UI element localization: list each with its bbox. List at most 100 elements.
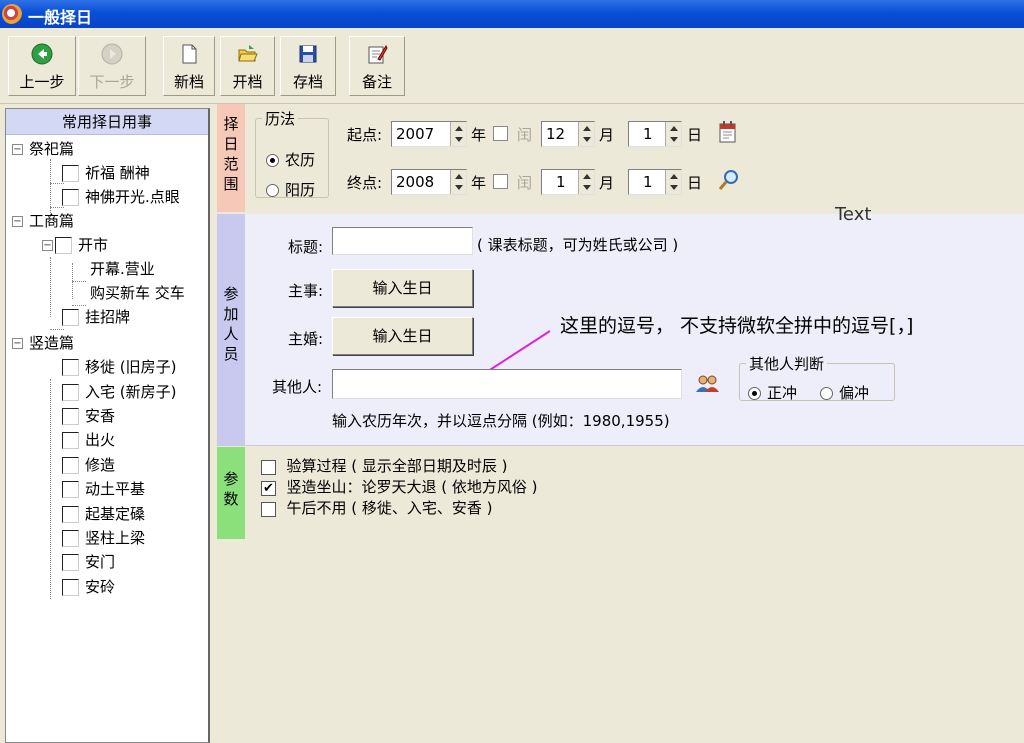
- others-judge-group: 其他人判断 正冲 偏冲: [739, 353, 895, 403]
- tree-checkbox[interactable]: [62, 554, 79, 571]
- open-folder-icon: [237, 45, 258, 62]
- param-checkbox[interactable]: [261, 459, 276, 475]
- others-input[interactable]: [332, 369, 682, 399]
- tree-checkbox[interactable]: [62, 530, 79, 547]
- tree-node-item[interactable]: 购买新车 交车: [90, 281, 185, 305]
- tree-checkbox[interactable]: [62, 309, 79, 326]
- param-option-label: 验算过程 ( 显示全部日期及时辰 ): [286, 457, 508, 475]
- start-year-spinner[interactable]: 2007: [391, 121, 467, 147]
- tree-node-ritual[interactable]: − 祭祀篇: [12, 137, 74, 161]
- magnifier-icon[interactable]: [717, 168, 741, 192]
- direct-clash-radio[interactable]: 正冲: [748, 382, 797, 403]
- indirect-clash-radio[interactable]: 偏冲: [820, 382, 869, 403]
- tree-node-item[interactable]: 安香: [62, 404, 115, 428]
- tree-node-item[interactable]: 竖柱上梁: [62, 526, 145, 550]
- tree-node-item[interactable]: 入宅 (新房子): [62, 380, 176, 404]
- param-option-afternoon[interactable]: 午后不用 ( 移徙、入宅、安香 ): [261, 497, 492, 518]
- others-hint: 输入农历年次，并以逗点分隔 (例如：1980,1955): [332, 412, 670, 430]
- lunar-radio-label: 农历: [285, 151, 316, 169]
- collapse-icon[interactable]: −: [12, 144, 23, 155]
- tree-node-item[interactable]: 开幕.营业: [90, 257, 155, 281]
- indirect-clash-radio-dot[interactable]: [820, 387, 833, 400]
- solar-radio-dot[interactable]: [266, 184, 279, 197]
- tree-checkbox[interactable]: [55, 237, 72, 254]
- host-birthday-button[interactable]: 输入生日: [332, 269, 473, 307]
- calendar-icon[interactable]: [717, 120, 739, 144]
- title-input[interactable]: [332, 227, 473, 255]
- new-file-button[interactable]: 新档: [163, 36, 215, 96]
- people-icon[interactable]: [695, 372, 721, 396]
- tree-node-item[interactable]: 动土平基: [62, 477, 145, 501]
- others-label: 其他人:: [272, 378, 323, 396]
- tree-checkbox[interactable]: [62, 432, 79, 449]
- start-leap-checkbox[interactable]: [493, 126, 508, 141]
- tree-checkbox[interactable]: [62, 579, 79, 596]
- spinner-arrows[interactable]: [450, 170, 466, 194]
- back-button[interactable]: 上一步: [8, 36, 76, 96]
- tree-node-label: 开幕.营业: [90, 260, 155, 278]
- back-arrow-icon: [31, 43, 53, 65]
- spinner-arrows[interactable]: [665, 122, 681, 146]
- param-option-mountain[interactable]: ✔ 竖造坐山：论罗天大退 ( 依地方风俗 ): [261, 476, 537, 497]
- spinner-arrows[interactable]: [665, 170, 681, 194]
- tree-node-item[interactable]: 修造: [62, 453, 115, 477]
- forward-button[interactable]: 下一步: [78, 36, 146, 96]
- notes-button[interactable]: 备注: [349, 36, 405, 96]
- toolbar: 上一步 下一步 新档 开档 存档 备注: [0, 28, 1024, 104]
- new-document-icon: [182, 44, 197, 64]
- start-month-spinner[interactable]: 12: [541, 121, 595, 147]
- collapse-icon[interactable]: −: [42, 240, 53, 251]
- tree-node-item[interactable]: 祈福 酬神: [62, 161, 150, 185]
- tree-node-item[interactable]: 挂招牌: [62, 305, 130, 329]
- direct-clash-radio-dot[interactable]: [748, 387, 761, 400]
- end-year-spinner[interactable]: 2008: [391, 169, 467, 195]
- collapse-icon[interactable]: −: [12, 216, 23, 227]
- window-title: 一般择日: [28, 8, 93, 27]
- collapse-icon[interactable]: −: [12, 338, 23, 349]
- main-panel: 择日范围 历法 农历 阳历 起点: 2007 年 闰 12 月 1 日 终点: …: [217, 104, 1024, 743]
- param-option-verify[interactable]: 验算过程 ( 显示全部日期及时辰 ): [261, 455, 507, 476]
- tree-node-label: 安砱: [85, 578, 116, 596]
- tree-node-opening[interactable]: − 开市: [42, 233, 108, 257]
- tree-node-item[interactable]: 安砱: [62, 575, 115, 599]
- tree-node-label: 祈福 酬神: [85, 164, 150, 182]
- param-checkbox[interactable]: [261, 501, 276, 517]
- tree-node-item[interactable]: 出火: [62, 428, 115, 452]
- start-label: 起点:: [347, 126, 383, 144]
- tree-line: [72, 281, 86, 282]
- end-year-value: 2008: [396, 173, 435, 191]
- tree-checkbox[interactable]: [62, 506, 79, 523]
- tree-checkbox[interactable]: [62, 189, 79, 206]
- tree-node-item[interactable]: 安门: [62, 550, 115, 574]
- title-hint: ( 课表标题，可为姓氏或公司 ): [477, 236, 679, 254]
- tree-node-item[interactable]: 神佛开光.点眼: [62, 185, 180, 209]
- open-file-button[interactable]: 开档: [220, 36, 275, 96]
- tree-checkbox[interactable]: [62, 481, 79, 498]
- end-day-value: 1: [643, 173, 653, 191]
- tree-checkbox[interactable]: [62, 384, 79, 401]
- end-leap-checkbox[interactable]: [493, 174, 508, 189]
- start-day-spinner[interactable]: 1: [628, 121, 682, 147]
- lunar-radio[interactable]: 农历: [266, 149, 315, 170]
- param-checkbox-checked[interactable]: ✔: [261, 480, 276, 496]
- spinner-arrows[interactable]: [578, 170, 594, 194]
- tree-checkbox[interactable]: [62, 408, 79, 425]
- end-day-spinner[interactable]: 1: [628, 169, 682, 195]
- tree-node-label: 出火: [85, 431, 116, 449]
- lunar-radio-dot[interactable]: [266, 154, 279, 167]
- tree-checkbox[interactable]: [62, 457, 79, 474]
- solar-radio[interactable]: 阳历: [266, 179, 315, 200]
- tree-node-construction[interactable]: − 竖造篇: [12, 331, 74, 355]
- spinner-arrows[interactable]: [450, 122, 466, 146]
- end-month-spinner[interactable]: 1: [541, 169, 595, 195]
- tree-line: [50, 379, 51, 599]
- title-label: 标题:: [288, 238, 324, 256]
- save-file-button[interactable]: 存档: [280, 36, 336, 96]
- tree-node-item[interactable]: 起基定磉: [62, 502, 145, 526]
- tree-checkbox[interactable]: [62, 165, 79, 182]
- end-leap-label: 闰: [517, 174, 533, 192]
- tree-node-item[interactable]: 移徙 (旧房子): [62, 355, 176, 379]
- tree-checkbox[interactable]: [62, 359, 79, 376]
- tree-node-business[interactable]: − 工商篇: [12, 209, 74, 233]
- spinner-arrows[interactable]: [578, 122, 594, 146]
